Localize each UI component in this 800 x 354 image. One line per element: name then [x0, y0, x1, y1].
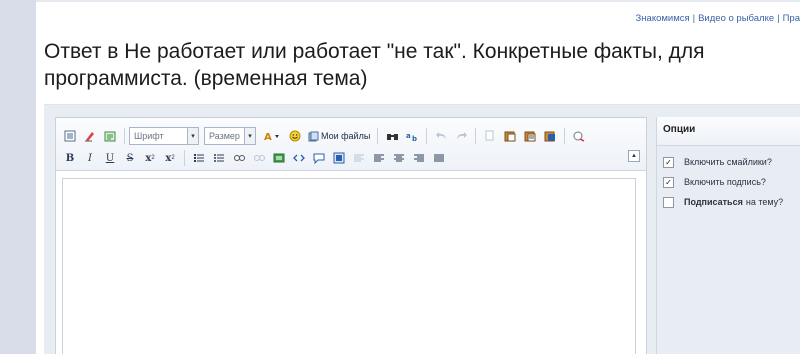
- my-files-label: Мои файлы: [321, 131, 371, 141]
- align-left-icon[interactable]: [369, 149, 389, 167]
- superscript-button[interactable]: x2: [160, 149, 180, 167]
- binoculars-icon[interactable]: [382, 127, 402, 145]
- paste-word-icon[interactable]: [540, 127, 560, 145]
- option-enable-signature[interactable]: ✓ Включить подпись?: [657, 172, 800, 192]
- paste-plain-icon[interactable]: [520, 127, 540, 145]
- link-pra[interactable]: Пра: [783, 13, 800, 24]
- replace-icon[interactable]: ab: [402, 127, 422, 145]
- rich-text-editor: Шрифт ▾ Размер ▾ A Мои файлы a b B I U S…: [55, 117, 647, 354]
- svg-text:b: b: [412, 135, 417, 142]
- italic-glyph: I: [88, 152, 92, 164]
- toolbar-row-1: Шрифт ▾ Размер ▾ A Мои файлы a b: [60, 126, 589, 146]
- attach-icon[interactable]: [329, 149, 349, 167]
- link-video-fishing[interactable]: Видео о рыбалке: [698, 13, 774, 24]
- option-label: Включить смайлики?: [684, 157, 772, 167]
- size-select[interactable]: Размер ▾: [204, 127, 256, 145]
- ordered-list-icon[interactable]: [189, 149, 209, 167]
- checkbox-smilies[interactable]: ✓: [663, 156, 674, 168]
- undo-icon[interactable]: [431, 127, 451, 145]
- font-select-value: Шрифт: [134, 131, 164, 141]
- align-justify-icon[interactable]: [429, 149, 449, 167]
- remove-format-icon[interactable]: [80, 127, 100, 145]
- link-separator: |: [692, 13, 696, 24]
- subscript-button[interactable]: x2: [140, 149, 160, 167]
- bold-button[interactable]: B: [60, 149, 80, 167]
- page: Знакомимся | Видео о рыбалке | Пра Ответ в Н…: [36, 0, 800, 354]
- unordered-list-icon[interactable]: [209, 149, 229, 167]
- my-files-button[interactable]: Мои файлы: [305, 127, 373, 145]
- unlink-icon[interactable]: [249, 149, 269, 167]
- message-textarea[interactable]: [62, 178, 636, 354]
- toolbar-separator: [426, 128, 428, 144]
- option-label-bold: Подписаться: [684, 197, 743, 207]
- toolbar-row-2: B I U S x2 x2: [60, 148, 449, 168]
- collapse-toolbar-icon[interactable]: ▲: [628, 150, 640, 162]
- font-select[interactable]: Шрифт ▾: [129, 127, 199, 145]
- chevron-down-icon: ▾: [187, 128, 198, 144]
- toolbar-separator: [475, 128, 477, 144]
- options-title: Опции: [657, 117, 800, 146]
- options-panel: Опции ✓ Включить смайлики? ✓ Включить по…: [656, 117, 800, 354]
- copy-icon[interactable]: [480, 127, 500, 145]
- toolbar-separator: [124, 128, 125, 144]
- redo-icon[interactable]: [451, 127, 471, 145]
- strikethrough-button[interactable]: S: [120, 149, 140, 167]
- svg-text:A: A: [264, 132, 272, 142]
- top-links: Знакомимся | Видео о рыбалке | Пра: [636, 13, 800, 25]
- toolbar-separator: [377, 128, 379, 144]
- link-separator: |: [777, 13, 780, 24]
- paste-icon[interactable]: [500, 127, 520, 145]
- smiley-icon[interactable]: [285, 127, 305, 145]
- source-mode-icon[interactable]: [60, 127, 80, 145]
- top-rule: [36, 0, 800, 2]
- image-icon[interactable]: [269, 149, 289, 167]
- option-subscribe[interactable]: Подписаться на тему?: [657, 192, 800, 212]
- option-enable-smilies[interactable]: ✓ Включить смайлики?: [657, 152, 800, 172]
- option-label: Включить подпись?: [684, 177, 766, 187]
- quote-icon[interactable]: [309, 149, 329, 167]
- options-list: ✓ Включить смайлики? ✓ Включить подпись?…: [657, 146, 800, 354]
- align-center-icon[interactable]: [389, 149, 409, 167]
- bold-glyph: B: [65, 152, 75, 164]
- chevron-down-icon: ▾: [244, 128, 255, 144]
- left-sidebar-strip: [0, 0, 36, 354]
- files-icon: [308, 131, 319, 141]
- link-znakomimsya[interactable]: Знакомимся: [636, 13, 690, 24]
- link-icon[interactable]: [229, 149, 249, 167]
- option-label: на тему?: [745, 197, 784, 207]
- strike-glyph: S: [126, 152, 134, 164]
- align-right-icon[interactable]: [409, 149, 429, 167]
- page-title: Ответ в Не работает или работает "не так…: [44, 40, 705, 90]
- checkbox-subscribe[interactable]: [663, 196, 674, 208]
- size-select-value: Размер: [209, 131, 240, 141]
- text-color-icon[interactable]: A: [261, 127, 285, 145]
- underline-button[interactable]: U: [100, 149, 120, 167]
- svg-text:a: a: [406, 132, 411, 140]
- reply-form: Шрифт ▾ Размер ▾ A Мои файлы a b B I U S…: [44, 104, 800, 354]
- code-icon[interactable]: [289, 149, 309, 167]
- italic-button[interactable]: I: [80, 149, 100, 167]
- paste-text-icon[interactable]: [100, 127, 120, 145]
- toolbar-separator: [184, 150, 185, 166]
- editor-toolbar: Шрифт ▾ Размер ▾ A Мои файлы a b B I U S…: [56, 118, 646, 171]
- underline-glyph: U: [105, 152, 115, 164]
- spellcheck-icon[interactable]: [569, 127, 589, 145]
- toolbar-separator: [564, 128, 566, 144]
- align-left-disabled-icon[interactable]: [349, 149, 369, 167]
- checkbox-signature[interactable]: ✓: [663, 176, 674, 188]
